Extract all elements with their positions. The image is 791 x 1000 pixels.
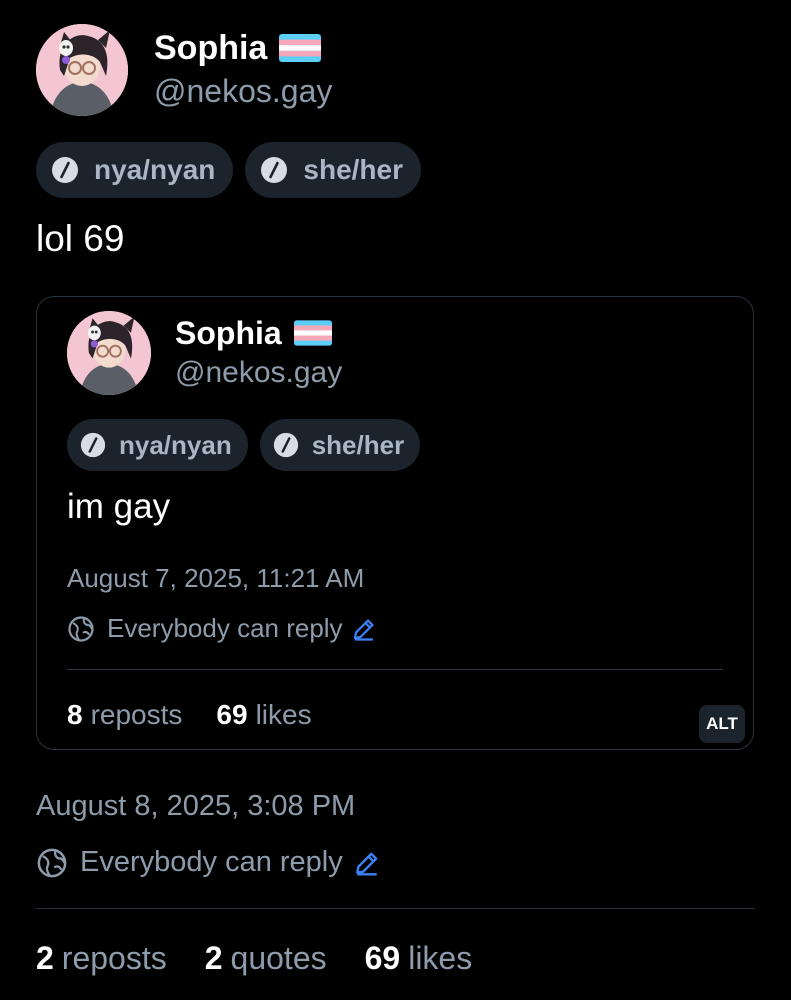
post-text: lol 69	[36, 218, 125, 259]
reposts-count: 8	[67, 699, 83, 730]
pronoun-slash-icon	[80, 432, 106, 458]
reposts-label: reposts	[90, 699, 183, 730]
pronoun-label: she/her	[311, 429, 405, 460]
quoted-reply-setting-text: Everybody can reply	[107, 613, 343, 643]
quotes-label: quotes	[230, 940, 327, 976]
avatar-image	[67, 311, 151, 395]
pencil-icon[interactable]	[351, 616, 377, 642]
pencil-icon[interactable]	[353, 849, 381, 877]
quotes-stat[interactable]: 2 quotes	[205, 940, 327, 977]
quoted-post-timestamp[interactable]: August 7, 2025, 11:21 AM	[67, 563, 364, 594]
pronoun-tag[interactable]: nya/nyan	[67, 419, 248, 471]
likes-count: 69	[216, 699, 248, 730]
trans-flag-icon	[279, 34, 322, 62]
quoted-reply-setting[interactable]: Everybody can reply	[67, 613, 377, 644]
pronoun-label: she/her	[303, 154, 403, 185]
quoted-post-author[interactable]: Sophia @nekos.gay	[67, 311, 342, 395]
post-timestamp[interactable]: August 8, 2025, 3:08 PM	[36, 790, 355, 823]
likes-label: likes	[408, 940, 473, 976]
pronoun-slash-icon	[261, 157, 288, 183]
quoted-post-text: im gay	[67, 487, 171, 526]
divider	[67, 669, 723, 670]
engagement-stats: 2 reposts 2 quotes 69 likes	[36, 940, 510, 977]
quoted-author-handle[interactable]: @nekos.gay	[175, 353, 342, 393]
quoted-author-display-name[interactable]: Sophia	[175, 313, 342, 353]
divider	[36, 908, 755, 909]
pronoun-tags: nya/nyan she/her	[36, 142, 433, 198]
likes-stat[interactable]: 69 likes	[365, 940, 473, 977]
pronoun-slash-icon	[52, 157, 78, 183]
pronoun-tag[interactable]: she/her	[259, 419, 421, 471]
reposts-stat[interactable]: 2 reposts	[36, 940, 167, 977]
pronoun-tag[interactable]: nya/nyan	[36, 142, 234, 198]
likes-label: likes	[255, 699, 312, 730]
reposts-stat[interactable]: 8 reposts	[67, 699, 182, 731]
author-handle[interactable]: @nekos.gay	[154, 69, 332, 113]
pronoun-tag[interactable]: she/her	[245, 142, 421, 198]
reply-setting-text: Everybody can reply	[80, 846, 343, 878]
globe-icon	[68, 615, 94, 642]
avatar-image	[36, 24, 128, 116]
reposts-label: reposts	[61, 940, 167, 976]
pronoun-label: nya/nyan	[119, 429, 232, 460]
avatar[interactable]	[67, 311, 151, 395]
reposts-count: 2	[36, 940, 54, 976]
author-display-name[interactable]: Sophia	[154, 27, 332, 69]
quoted-engagement-stats: 8 reposts 69 likes	[67, 699, 346, 731]
pronoun-label: nya/nyan	[94, 154, 216, 185]
pronoun-slash-icon	[273, 432, 298, 458]
post-thread-view: Sophia @nekos.gay nya/nyan she/her lol 6…	[0, 0, 791, 1000]
likes-stat[interactable]: 69 likes	[216, 699, 311, 731]
likes-count: 69	[364, 940, 401, 976]
author-name-text: Sophia	[154, 29, 268, 67]
globe-icon	[37, 848, 67, 877]
quoted-author-name-text: Sophia	[175, 315, 282, 351]
trans-flag-icon	[293, 320, 332, 346]
avatar[interactable]	[36, 24, 128, 116]
quotes-count: 2	[204, 940, 223, 976]
quoted-pronoun-tags: nya/nyan she/her	[67, 419, 432, 471]
quoted-post-card[interactable]: Sophia @nekos.gay nya/nyan she/her im ga…	[36, 296, 754, 750]
reply-setting[interactable]: Everybody can reply	[36, 846, 381, 879]
alt-text-badge[interactable]: ALT	[699, 705, 745, 743]
post-author[interactable]: Sophia @nekos.gay	[36, 24, 332, 116]
